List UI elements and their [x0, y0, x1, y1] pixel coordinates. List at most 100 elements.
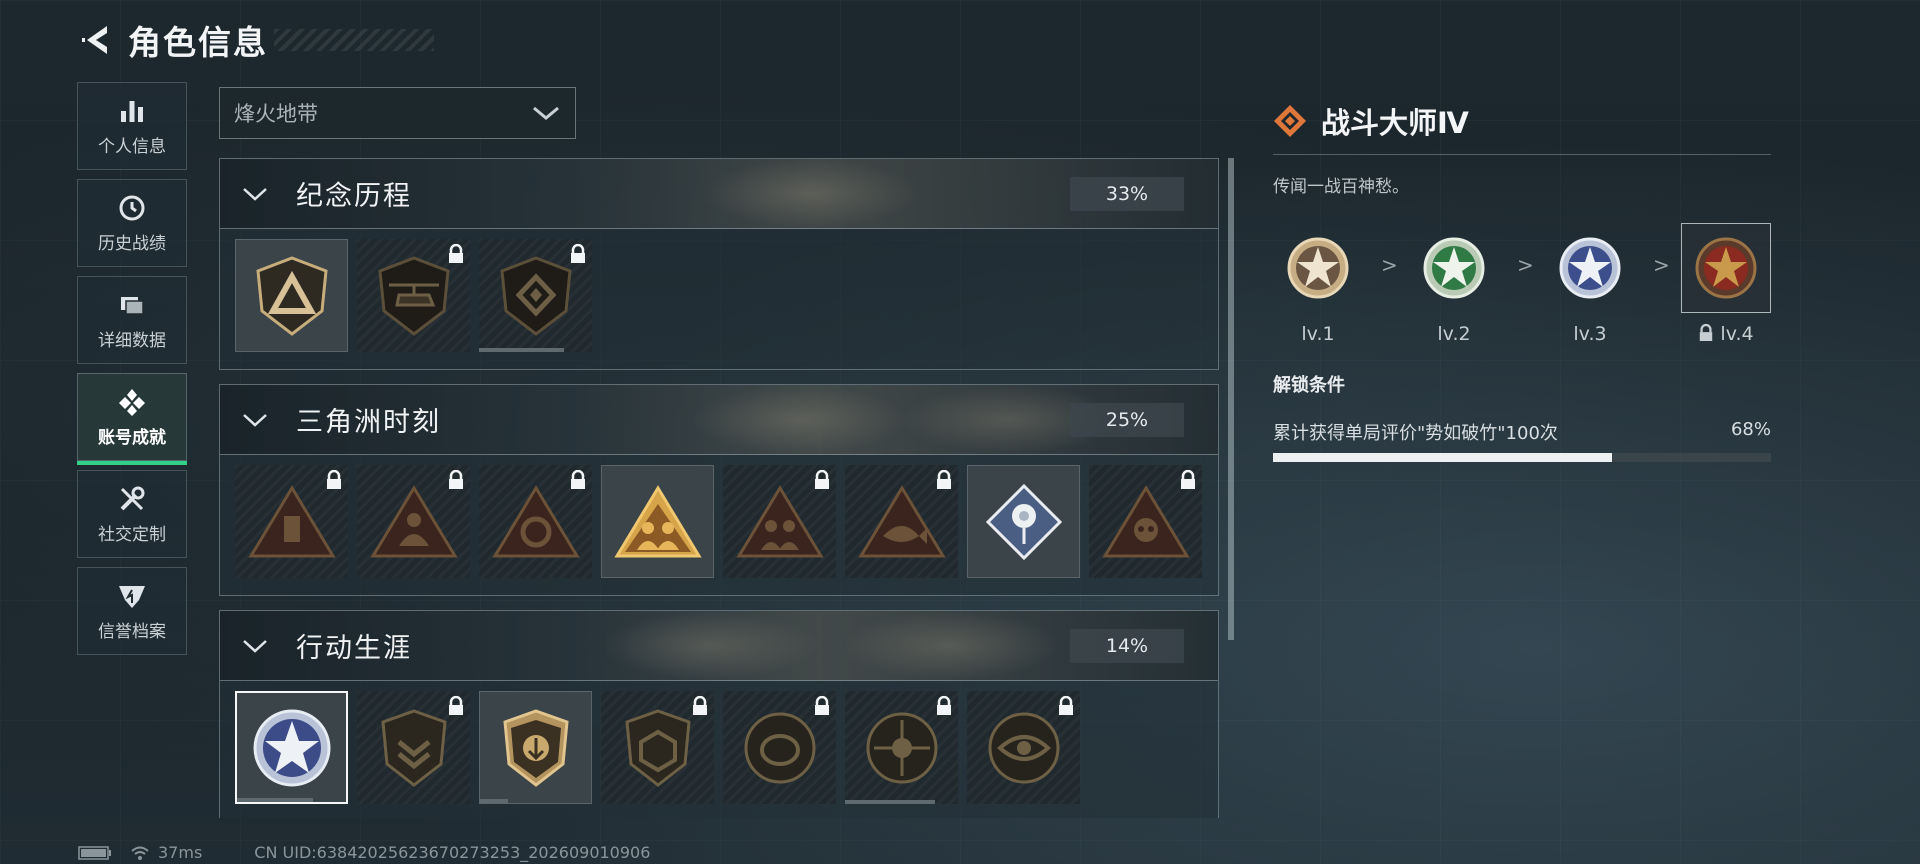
team-triangle-badge[interactable] — [601, 465, 714, 578]
section-title: 纪念历程 — [296, 181, 412, 212]
section-memorial: 纪念历程 33% — [219, 158, 1219, 370]
fish-triangle-badge[interactable] — [845, 465, 958, 578]
achievement-list: 纪念历程 33% 三角洲时刻 25% 行动生涯 14% — [219, 158, 1219, 818]
level-label: lv.4 — [1720, 323, 1754, 345]
side-nav: 个人信息 历史战绩 详细数据 账号成就 社交定制 信誉档案 — [77, 82, 187, 664]
chevron-down-icon — [242, 638, 272, 654]
folders-icon — [117, 290, 147, 320]
achievement-title: 战斗大师Ⅳ — [1321, 106, 1469, 140]
helicopter-shield-badge[interactable] — [357, 239, 470, 352]
star-medal-icon — [1695, 237, 1757, 299]
badge-progress-bar — [479, 348, 564, 352]
nav-item-reputation[interactable]: 信誉档案 — [77, 567, 187, 655]
tools-icon — [117, 484, 147, 514]
achievement-description: 传闻一战百神愁。 — [1273, 177, 1409, 197]
chevron-shield-badge[interactable] — [357, 691, 470, 804]
condition-progress-bar — [1273, 453, 1771, 462]
arrow-shield-badge[interactable] — [479, 691, 592, 804]
level-label: lv.1 — [1301, 323, 1335, 345]
nav-item-history[interactable]: 历史战绩 — [77, 179, 187, 267]
skull-triangle-badge[interactable] — [1089, 465, 1202, 578]
header-artwork — [700, 159, 920, 228]
title-decoration — [274, 29, 434, 51]
shell-medal-badge[interactable] — [723, 691, 836, 804]
nav-label: 详细数据 — [98, 330, 166, 351]
clock-icon — [117, 193, 147, 223]
nav-label: 社交定制 — [98, 524, 166, 545]
wifi-icon — [131, 846, 149, 860]
crosshair-medal-badge[interactable] — [845, 691, 958, 804]
level-arrow: > — [1653, 253, 1670, 277]
level-arrow: > — [1517, 253, 1534, 277]
section-header[interactable]: 三角洲时刻 25% — [220, 385, 1218, 455]
status-footer: 37ms CN UID:638420256236702732​53_202609… — [78, 843, 650, 862]
lock-icon — [1179, 469, 1197, 490]
lock-icon — [935, 469, 953, 490]
achievement-icon — [117, 387, 147, 417]
list-scrollbar[interactable] — [1228, 158, 1234, 640]
badge-grid — [220, 229, 1218, 352]
lock-icon — [1700, 323, 1713, 341]
rose-diamond-badge[interactable] — [967, 465, 1080, 578]
nav-item-detailed-data[interactable]: 详细数据 — [77, 276, 187, 364]
dice-shield-badge[interactable] — [601, 691, 714, 804]
lock-icon — [447, 469, 465, 490]
level-label: lv.2 — [1437, 323, 1471, 345]
triangle-shield-badge[interactable] — [235, 239, 348, 352]
condition-text: 累计获得单局评价"势如破竹"100次 — [1273, 423, 1558, 444]
chevron-down-icon — [533, 106, 559, 120]
badge-progress-bar — [237, 798, 314, 802]
unlock-condition: 累计获得单局评价"势如破竹"100次 68% — [1273, 419, 1771, 445]
star-medal-badge[interactable] — [235, 691, 348, 804]
lock-icon — [691, 695, 709, 716]
level-label-locked: lv.4 — [1681, 323, 1771, 345]
nav-label: 信誉档案 — [98, 621, 166, 642]
diamond-shield-badge[interactable] — [479, 239, 592, 352]
level-medal-3[interactable] — [1545, 223, 1635, 313]
achievement-detail-panel: 战斗大师Ⅳ 传闻一战百神愁。 lv.1 > lv.2 > lv.3 > lv.4… — [1273, 100, 1773, 462]
gear-triangle-badge[interactable] — [479, 465, 592, 578]
emblem-icon — [117, 581, 147, 611]
usb-triangle-badge[interactable] — [235, 465, 348, 578]
bar-chart-icon — [117, 96, 147, 126]
section-title: 行动生涯 — [296, 633, 412, 664]
section-percent: 14% — [1070, 629, 1184, 663]
chevron-down-icon — [242, 412, 272, 428]
lock-icon — [325, 469, 343, 490]
back-button[interactable] — [78, 17, 114, 63]
section-title: 三角洲时刻 — [296, 407, 441, 438]
lock-icon — [813, 469, 831, 490]
detail-header: 战斗大师Ⅳ — [1273, 100, 1773, 142]
nav-item-social-custom[interactable]: 社交定制 — [77, 470, 187, 558]
section-header[interactable]: 纪念历程 33% — [220, 159, 1218, 229]
badge-grid — [220, 455, 1218, 578]
lock-icon — [569, 243, 587, 264]
lock-icon — [813, 695, 831, 716]
battery-icon — [78, 845, 111, 860]
star-medal-icon — [1559, 237, 1621, 299]
star-medal-icon — [1423, 237, 1485, 299]
level-medal-4[interactable] — [1681, 223, 1771, 313]
section-delta-moments: 三角洲时刻 25% — [219, 384, 1219, 596]
badge-progress-bar — [480, 799, 508, 803]
nav-item-personal-info[interactable]: 个人信息 — [77, 82, 187, 170]
soldiers-triangle-badge[interactable] — [723, 465, 836, 578]
page-header: 角色信息 — [78, 16, 434, 64]
eye-medal-badge[interactable] — [967, 691, 1080, 804]
section-percent: 25% — [1070, 403, 1184, 437]
level-medal-1[interactable] — [1273, 223, 1363, 313]
condition-percent: 68% — [1730, 419, 1771, 440]
figure-triangle-badge[interactable] — [357, 465, 470, 578]
lock-icon — [569, 469, 587, 490]
user-uid: CN UID:638420256236702732​53_20260901090… — [254, 843, 651, 862]
level-label: lv.3 — [1573, 323, 1607, 345]
nav-item-achievements[interactable]: 账号成就 — [77, 373, 187, 465]
lock-icon — [935, 695, 953, 716]
badge-progress-bar — [845, 800, 936, 804]
lock-icon — [447, 695, 465, 716]
lock-icon — [1057, 695, 1075, 716]
badge-grid — [220, 681, 1218, 804]
mode-dropdown[interactable]: 烽火地带 — [219, 87, 576, 139]
section-header[interactable]: 行动生涯 14% — [220, 611, 1218, 681]
level-medal-2[interactable] — [1409, 223, 1499, 313]
